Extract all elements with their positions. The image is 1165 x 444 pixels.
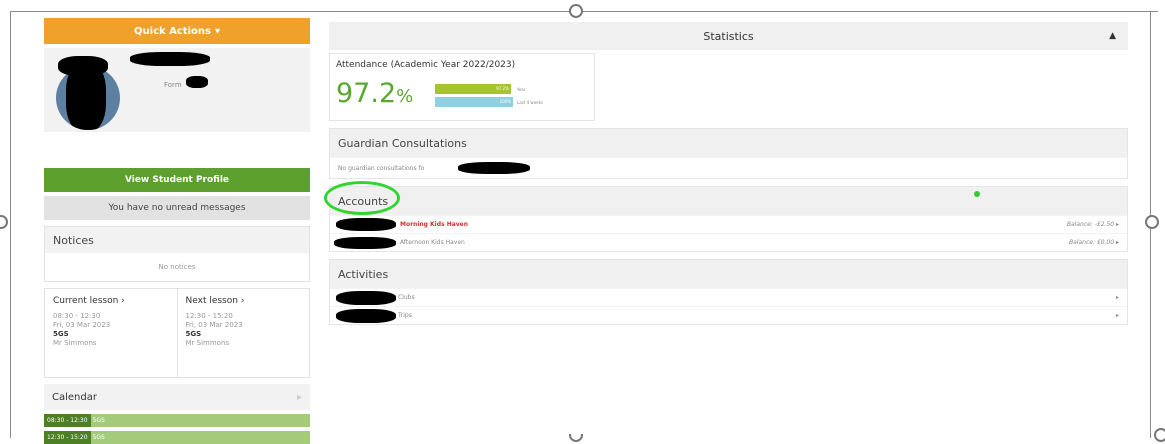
- next-lesson-code: 5GS: [185, 330, 202, 338]
- messages-label: You have no unread messages: [108, 203, 246, 213]
- guardian-consultations-title: Guardian Consultations: [330, 129, 1127, 157]
- form-label: Form: [164, 81, 182, 89]
- attendance-year-bar: 97.2%: [435, 84, 511, 94]
- activity-row[interactable]: Trips ▸: [330, 306, 1127, 324]
- notices-panel: Notices No notices: [44, 226, 310, 282]
- guardian-consultations-text: No guardian consultations fo: [338, 164, 425, 172]
- account-balance-text: Balance: £0.00: [1069, 239, 1115, 246]
- account-row[interactable]: Afternoon Kids Haven Balance: £0.00 ▸: [330, 233, 1127, 251]
- attendance-weeks-bar: 100%: [435, 97, 513, 107]
- highlight-circle: [324, 181, 400, 215]
- calendar-event-label: 5GS: [92, 417, 105, 424]
- activity-name: Trips: [398, 312, 412, 319]
- accounts-section: Accounts Morning Kids Haven Balance: -£2…: [324, 181, 1128, 252]
- attendance-year-bar-text: 97.2%: [496, 86, 509, 91]
- account-name: Afternoon Kids Haven: [400, 239, 465, 246]
- next-lesson-teacher: Mr Simmons: [185, 339, 230, 347]
- current-lesson-title: Current lesson ›: [53, 297, 169, 306]
- frame-top-line: [10, 11, 1158, 12]
- attendance-card: Attendance (Academic Year 2022/2023) 97.…: [329, 53, 595, 121]
- calendar-event[interactable]: 08:30 - 12:30 5GS: [44, 414, 310, 427]
- notices-empty-text: No notices: [158, 263, 196, 271]
- chevron-right-icon: ›: [121, 296, 125, 306]
- calendar-event-time: 08:30 - 12:30: [44, 414, 91, 427]
- statistics-header[interactable]: Statistics ▲: [329, 22, 1128, 50]
- frame-left-line: [10, 11, 11, 438]
- embedded-screenshot: Quick Actions ▾ Form View Student Profil…: [37, 18, 1133, 444]
- accounts-header: Accounts: [324, 181, 1127, 215]
- view-student-profile-label: View Student Profile: [124, 175, 230, 185]
- account-balance-text: Balance: -£2.50: [1066, 221, 1115, 228]
- account-name: Morning Kids Haven: [400, 221, 469, 228]
- redaction: [336, 291, 396, 305]
- account-row[interactable]: Morning Kids Haven Balance: -£2.50 ▸: [330, 215, 1127, 233]
- account-balance: Balance: -£2.50 ▸: [1066, 221, 1119, 228]
- right-column: Statistics ▲ Attendance (Academic Year 2…: [324, 22, 1128, 325]
- current-lesson-time: 08:30 - 12:30: [53, 312, 101, 320]
- attendance-value: 97.2%: [336, 78, 413, 109]
- current-lesson-date: Fri, 03 Mar 2023: [53, 321, 111, 329]
- attendance-year-label: Year: [517, 87, 526, 92]
- lessons-panel: Current lesson › 08:30 - 12:30 Fri, 03 M…: [44, 288, 310, 378]
- statistics-title: Statistics: [703, 29, 754, 43]
- caret-down-icon: ▾: [214, 25, 220, 37]
- next-lesson[interactable]: Next lesson › 12:30 - 15:20 Fri, 03 Mar …: [176, 289, 310, 377]
- next-lesson-time: 12:30 - 15:20: [185, 312, 233, 320]
- resize-handle-bottom-right[interactable]: [1154, 428, 1165, 442]
- attendance-weeks-bar-text: 100%: [499, 99, 511, 104]
- current-lesson-teacher: Mr Simmons: [53, 339, 97, 347]
- activity-name: Clubs: [398, 294, 415, 301]
- next-lesson-date: Fri, 03 Mar 2023: [185, 321, 243, 329]
- guardian-consultations-row: No guardian consultations fo: [330, 157, 1127, 178]
- activity-row[interactable]: Clubs ▸: [330, 288, 1127, 306]
- attendance-unit: %: [396, 86, 414, 107]
- account-balance: Balance: £0.00 ▸: [1069, 239, 1119, 246]
- activities-section: Activities Clubs ▸ Trips ▸: [329, 259, 1128, 325]
- student-name-redaction: [130, 52, 210, 66]
- student-profile-card: Form: [44, 48, 310, 132]
- collapse-caret-icon[interactable]: ▲: [1109, 31, 1116, 41]
- quick-actions-label: Quick Actions: [134, 25, 211, 37]
- guardian-consultations-section: Guardian Consultations No guardian consu…: [329, 128, 1128, 179]
- next-lesson-title-text: Next lesson: [185, 296, 238, 306]
- annotation-dot: [974, 191, 980, 197]
- view-student-profile-button[interactable]: View Student Profile: [44, 168, 310, 192]
- resize-handle-top[interactable]: [569, 4, 583, 18]
- notices-title: Notices: [45, 227, 309, 253]
- chevron-right-icon: ▸: [1115, 312, 1119, 319]
- redaction: [58, 56, 108, 76]
- redaction: [336, 309, 396, 323]
- left-column: Quick Actions ▾ Form View Student Profil…: [44, 18, 310, 444]
- resize-handle-left[interactable]: [0, 215, 8, 229]
- attendance-weeks-label: Last 4 weeks: [517, 100, 544, 105]
- calendar-header[interactable]: Calendar ▸: [44, 384, 310, 410]
- redaction: [336, 218, 396, 231]
- resize-handle-right[interactable]: [1145, 215, 1159, 229]
- chevron-right-icon: ▸: [1115, 294, 1119, 301]
- next-lesson-title: Next lesson ›: [186, 297, 302, 306]
- current-lesson-title-text: Current lesson: [53, 296, 119, 306]
- redaction: [334, 237, 396, 249]
- quick-actions-button[interactable]: Quick Actions ▾: [44, 18, 310, 44]
- calendar-title: Calendar: [52, 391, 97, 403]
- current-lesson[interactable]: Current lesson › 08:30 - 12:30 Fri, 03 M…: [45, 289, 177, 377]
- messages-bar[interactable]: You have no unread messages: [44, 196, 310, 220]
- activities-title: Activities: [330, 260, 1127, 288]
- chevron-right-icon: ›: [240, 296, 245, 306]
- attendance-number: 97.2: [336, 78, 397, 109]
- chevron-right-icon: ▸: [296, 391, 302, 403]
- redaction: [458, 162, 530, 174]
- attendance-title: Attendance (Academic Year 2022/2023): [336, 60, 516, 70]
- current-lesson-code: 5GS: [53, 330, 69, 338]
- form-value-redaction: [186, 76, 208, 88]
